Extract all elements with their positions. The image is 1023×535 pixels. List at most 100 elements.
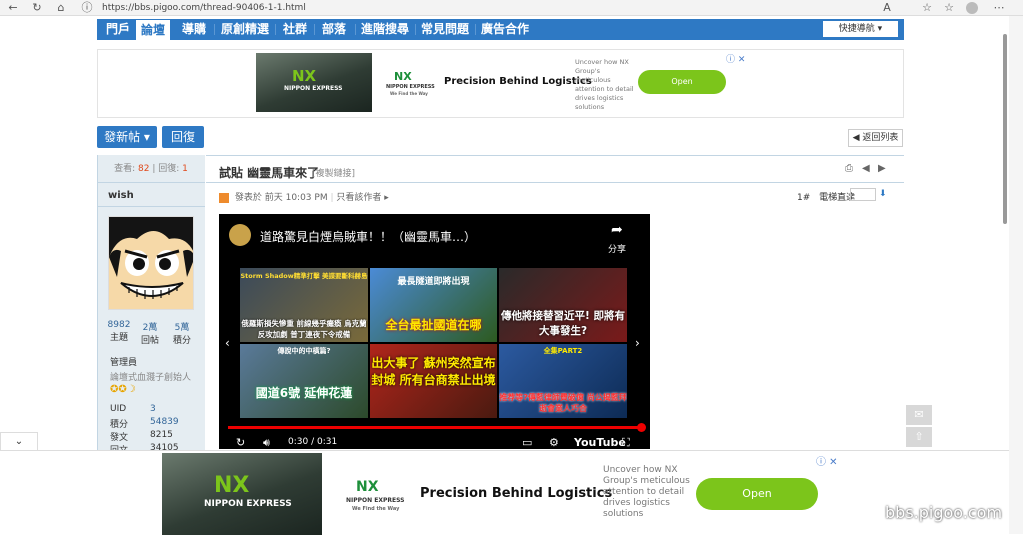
ad-info-close-icon[interactable]: ⓘ ✕ xyxy=(726,52,745,65)
author-only-link[interactable]: 只看該作者 ▸ xyxy=(336,193,388,203)
page-scrollbar[interactable] xyxy=(1009,16,1023,534)
thread-stats: 查看: 82 | 回復: 1 xyxy=(97,155,205,183)
posts-label: 發文 xyxy=(110,433,129,443)
reload-icon[interactable]: ↻ xyxy=(30,1,44,15)
user-title: 論壇式血濺子創始人 xyxy=(110,373,192,383)
print-icon[interactable]: ⎙ xyxy=(845,163,853,174)
video-progress-handle[interactable] xyxy=(637,423,646,432)
read-aloud-icon[interactable]: A xyxy=(880,1,894,15)
subtitles-icon[interactable]: ▭ xyxy=(522,436,532,449)
address-bar[interactable]: https://bbs.pigoo.com/thread-90406-1-1.h… xyxy=(96,1,816,15)
video-thumb[interactable]: 傳說中的中橫篇? 國道6號 延伸花蓮 xyxy=(240,344,368,418)
ad-tagline: We Find the Way xyxy=(352,506,400,512)
next-thread-icon[interactable]: ▶ xyxy=(878,163,886,174)
video-time: 0:30 / 0:31 xyxy=(288,437,338,447)
uid-value[interactable]: 3 xyxy=(150,404,156,414)
nav-item[interactable]: 廣告合作 xyxy=(479,19,531,40)
user-stat[interactable]: 5萬 積分 xyxy=(169,320,195,346)
nav-separator xyxy=(275,24,276,35)
post-meta: 發表於 前天 10:03 PM | 只看該作者 ▸ xyxy=(219,190,389,203)
user-icon xyxy=(219,192,229,203)
username[interactable]: wish xyxy=(108,190,134,201)
jump-arrow-icon[interactable]: ⬇ xyxy=(879,189,887,199)
watermark: bbs.pigoo.com xyxy=(885,503,1003,522)
video-thumb[interactable]: Storm Shadow精準打擊 美諜要斷科赫島 俄羅斯損失慘重 前線幾乎癱瘓 … xyxy=(240,268,368,342)
ad-body: Uncover how NX Group's meticulous attent… xyxy=(575,58,634,111)
browser-toolbar: ← ↻ ⌂ ⓘ https://bbs.pigoo.com/thread-904… xyxy=(0,0,1023,16)
post-time: 發表於 前天 10:03 PM xyxy=(234,193,328,203)
nav-item[interactable]: 社群 xyxy=(280,19,310,40)
divider xyxy=(97,206,205,207)
replies-label: 回復: xyxy=(158,164,180,174)
youtube-logo[interactable]: YouTube xyxy=(574,436,626,449)
quick-nav-dropdown[interactable]: 快捷導航 ▾ xyxy=(823,21,898,37)
settings-icon[interactable]: ⚙ xyxy=(549,436,559,449)
reply-button[interactable]: 回復 xyxy=(162,126,204,148)
nx-logo-text: NX xyxy=(292,67,317,85)
volume-icon[interactable]: 🔊︎ xyxy=(263,436,270,450)
ad-title[interactable]: Precision Behind Logistics xyxy=(444,76,592,87)
credits-value[interactable]: 54839 xyxy=(150,417,179,427)
quick-reply-icon[interactable]: ✉ xyxy=(906,405,932,425)
favorite-icon[interactable]: ☆ xyxy=(920,1,934,15)
page-scrollbar-thumb[interactable] xyxy=(1003,34,1007,224)
ad-brand-name: NIPPON EXPRESS xyxy=(346,497,405,504)
video-thumb[interactable]: 傳他將接替習近平! 即將有大事發生? xyxy=(499,268,627,342)
video-title[interactable]: 道路驚見白煙烏賊車！！（幽靈馬車…） xyxy=(260,228,476,245)
arrow-left-icon[interactable]: ← xyxy=(6,1,20,15)
share-label[interactable]: 分享 xyxy=(608,242,626,255)
favorites-icon[interactable]: ☆ xyxy=(942,1,956,15)
main-nav: 門戶 論壇 導購 原創精選 社群 部落 進階搜尋 常見問題 廣告合作 xyxy=(97,19,904,40)
nav-separator xyxy=(314,24,315,35)
collapse-ad-button[interactable]: ⌄ xyxy=(0,432,38,450)
user-stat[interactable]: 2萬 回帖 xyxy=(137,320,163,346)
avatar[interactable] xyxy=(108,216,194,310)
nav-item[interactable]: 常見問題 xyxy=(419,19,471,40)
replay-icon[interactable]: ↻ xyxy=(236,436,245,449)
ad-banner-top[interactable]: NX NIPPON EXPRESS NX NIPPON EXPRESS We F… xyxy=(97,49,904,118)
fullscreen-icon[interactable]: ⛶ xyxy=(622,436,630,450)
ad-open-button[interactable]: Open xyxy=(696,478,818,510)
copy-link[interactable]: [複製鏈接] xyxy=(312,166,355,179)
user-role[interactable]: 管理員 xyxy=(110,355,137,368)
nav-item-active[interactable]: 論壇 xyxy=(136,20,170,40)
ad-info-close-icon[interactable]: ⓘ ✕ xyxy=(816,453,838,468)
ad-banner-bottom[interactable]: NX NIPPON EXPRESS NX NIPPON EXPRESS We F… xyxy=(0,450,1009,535)
ad-brand-name: NIPPON EXPRESS xyxy=(386,84,435,90)
replies-count: 1 xyxy=(182,164,188,174)
ad-image: NX NIPPON EXPRESS xyxy=(162,453,322,535)
video-player[interactable]: Storm Shadow精準打擊 美諜要斷科赫島 俄羅斯損失慘重 前線幾乎癱瘓 … xyxy=(219,214,650,449)
ad-title[interactable]: Precision Behind Logistics xyxy=(420,486,612,501)
channel-avatar-icon[interactable] xyxy=(229,224,251,246)
video-thumb[interactable]: 出大事了 蘇州突然宣布封城 所有台商禁止出境 xyxy=(370,344,497,418)
new-post-button[interactable]: 發新帖 ▾ xyxy=(97,126,157,148)
home-icon[interactable]: ⌂ xyxy=(54,1,68,15)
back-to-list-button[interactable]: ◀ 返回列表 xyxy=(848,129,903,147)
chevron-left-icon[interactable]: ‹ xyxy=(225,336,230,350)
nav-separator xyxy=(214,24,215,35)
posts-value: 8215 xyxy=(150,430,173,440)
user-stat[interactable]: 8982 主題 xyxy=(106,320,132,343)
ad-open-button[interactable]: Open xyxy=(638,70,726,94)
video-thumb[interactable]: 最長隧道即將出現 全台最扯國道在哪 xyxy=(370,268,497,342)
nav-separator xyxy=(355,24,356,35)
ad-brand-name: NIPPON EXPRESS xyxy=(284,85,343,92)
chevron-right-icon[interactable]: › xyxy=(635,336,640,350)
share-icon[interactable]: ➦ xyxy=(611,222,623,238)
nav-item[interactable]: 門戶 xyxy=(103,19,133,40)
nav-item[interactable]: 原創精選 xyxy=(219,19,271,40)
prev-thread-icon[interactable]: ◀ xyxy=(862,163,870,174)
floor-jump-input[interactable] xyxy=(850,188,876,201)
nav-separator xyxy=(475,24,476,35)
thread-title: 試貼 幽靈馬車來了 xyxy=(219,166,320,180)
nav-item[interactable]: 導購 xyxy=(177,19,211,40)
back-to-top-icon[interactable]: ⇧ xyxy=(906,427,932,447)
info-icon[interactable]: ⓘ xyxy=(80,1,94,15)
profile-avatar-icon[interactable] xyxy=(966,2,978,14)
ad-brand-name: NIPPON EXPRESS xyxy=(204,499,292,509)
more-icon[interactable]: ⋯ xyxy=(992,1,1006,15)
video-progress-bar[interactable] xyxy=(228,426,640,429)
nav-item[interactable]: 進階搜尋 xyxy=(359,19,411,40)
video-thumb[interactable]: 全集PART2 推荐等?傳藍律師費破億 尚公揭藍拜逝會業人巧合 xyxy=(499,344,627,418)
nav-item[interactable]: 部落 xyxy=(318,19,350,40)
